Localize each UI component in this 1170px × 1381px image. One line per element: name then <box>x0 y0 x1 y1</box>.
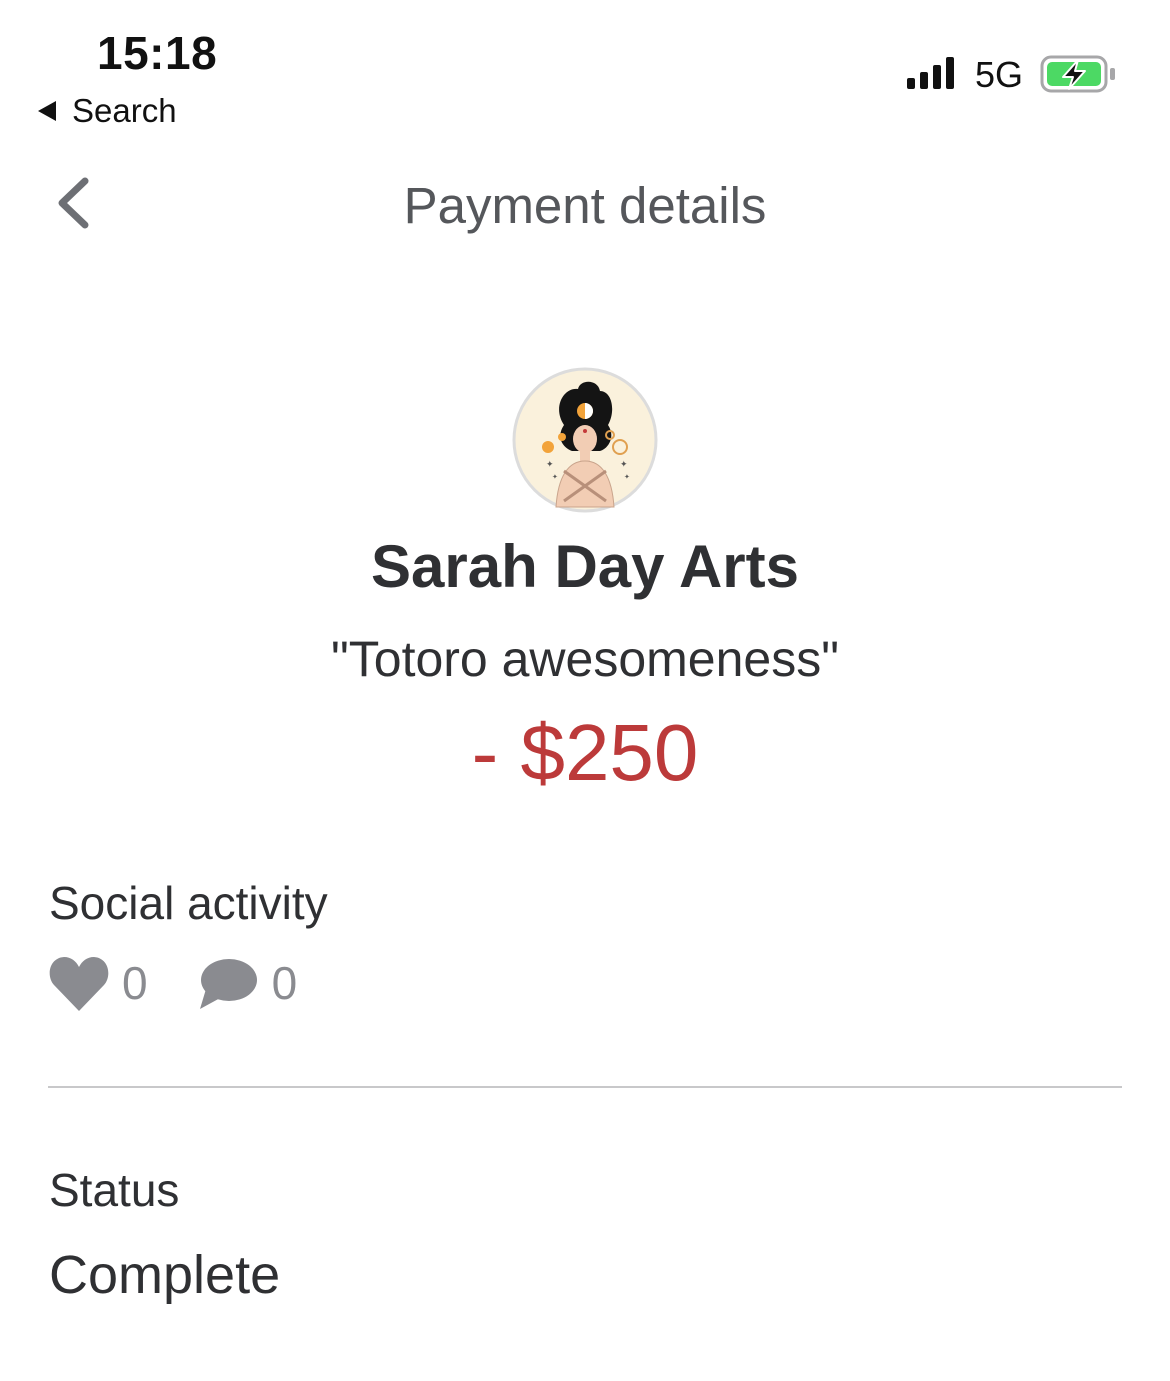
svg-text:✦: ✦ <box>552 473 558 481</box>
page-title: Payment details <box>403 177 767 234</box>
social-activity-title: Social activity <box>49 877 328 929</box>
heart-icon <box>49 957 109 1011</box>
payment-note: "Totoro awesomeness" <box>331 631 839 687</box>
merchant-name[interactable]: Sarah Day Arts <box>0 532 1170 601</box>
svg-text:✦: ✦ <box>620 460 628 470</box>
back-to-search-link[interactable]: Search <box>38 92 177 130</box>
svg-text:✦: ✦ <box>546 460 554 470</box>
like-button[interactable]: 0 <box>48 953 148 1013</box>
comment-icon <box>199 959 257 1009</box>
signal-bars-icon <box>907 57 954 89</box>
back-to-search-label: Search <box>72 92 177 129</box>
section-divider <box>48 1086 1122 1088</box>
merchant-avatar[interactable]: ✦ ✦ ✦ ✦ <box>512 367 658 518</box>
network-type: 5G <box>975 54 1024 95</box>
svg-text:✦: ✦ <box>624 473 630 481</box>
battery-charging-icon <box>1040 55 1118 100</box>
status-label: Status <box>49 1164 180 1216</box>
like-count: 0 <box>122 957 148 1009</box>
payment-amount: - $250 <box>471 708 699 797</box>
back-triangle-icon <box>38 101 56 121</box>
comment-button[interactable]: 0 <box>198 955 298 1011</box>
comment-count: 0 <box>271 957 298 1009</box>
social-activity-row: 0 0 <box>48 953 297 1013</box>
status-time: 15:18 <box>97 27 218 79</box>
status-value: Complete <box>49 1245 281 1305</box>
